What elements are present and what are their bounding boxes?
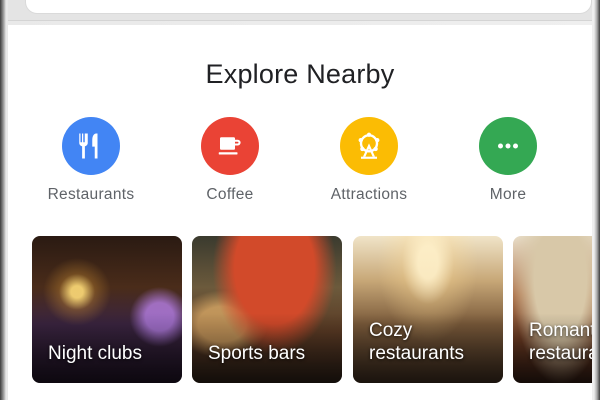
ferris-wheel-icon xyxy=(340,117,398,175)
more-dots-icon xyxy=(479,117,537,175)
category-label: More xyxy=(489,186,527,203)
explore-nearby-card: Explore Nearby Restaurants Coffee Attrac… xyxy=(8,25,592,400)
category-label: Attractions xyxy=(330,186,408,203)
tile-sports-bars[interactable]: Sports bars xyxy=(192,236,342,383)
tile-night-clubs[interactable]: Night clubs xyxy=(32,236,182,383)
coffee-cup-icon xyxy=(201,117,259,175)
category-label: Restaurants xyxy=(47,186,135,203)
category-restaurants-button[interactable]: Restaurants xyxy=(21,117,161,204)
tile-cozy-restaurants[interactable]: Cozy restaurants xyxy=(353,236,503,383)
category-coffee-button[interactable]: Coffee xyxy=(160,117,300,204)
category-label: Coffee xyxy=(206,186,254,203)
category-attractions-button[interactable]: Attractions xyxy=(299,117,439,204)
top-bar xyxy=(8,0,592,21)
search-box[interactable] xyxy=(25,0,592,14)
tile-label: Romantic restaurants xyxy=(529,320,592,364)
section-title: Explore Nearby xyxy=(205,59,395,89)
tile-label: Night clubs xyxy=(48,343,142,364)
tile-label: Sports bars xyxy=(208,343,306,364)
tile-romantic-restaurants[interactable]: Romantic restaurants xyxy=(513,236,592,383)
tile-label: Cozy restaurants xyxy=(369,320,465,364)
category-more-button[interactable]: More xyxy=(438,117,578,204)
fork-knife-icon xyxy=(62,117,120,175)
